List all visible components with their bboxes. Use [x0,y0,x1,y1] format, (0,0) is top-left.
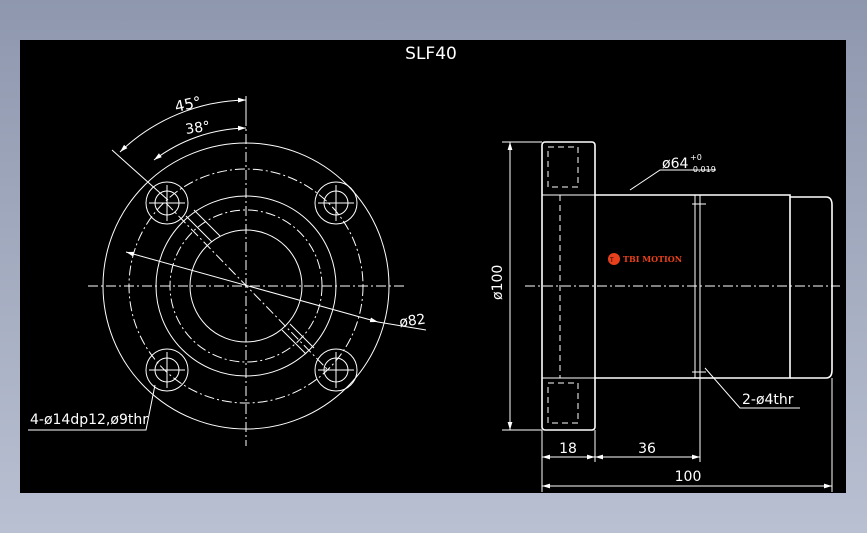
tbi-motion-logo: T TBI MOTION [608,253,682,265]
side-view: T TBI MOTION ø100 ø64 +0 -0.019 2-ø4thr [490,141,840,492]
pilot-hole-label: 2-ø4thr [742,392,794,408]
front-view: 45° 38° ø82 4-ø14dp12,ø9thr [28,93,427,446]
dim-36-label: 36 [638,441,656,457]
svg-text:T: T [609,257,614,264]
dia-100-label: ø100 [490,265,506,300]
bolt-hole [145,181,189,225]
dia-64-label: ø64 [662,156,688,172]
dim-18-label: 18 [559,441,577,457]
angle-45-label: 45° [173,93,203,116]
bolt-hole [145,348,189,392]
holes-note: 4-ø14dp12,ø9thr [30,412,148,428]
drawing-title: SLF40 [405,44,457,64]
oil-hole-mark [185,209,315,355]
tolerance-upper: +0 [690,153,702,162]
tolerance-lower: -0.019 [690,165,716,174]
angle-38-label: 38° [184,119,211,138]
nut-end [790,196,833,379]
bolt-hole [314,181,358,225]
dia-82-dimension [125,251,379,323]
dia-82-label: ø82 [398,311,426,331]
cad-viewport: SLF40 45° 38° ø82 4-ø14dp12,ø9thr T TBI … [0,0,867,533]
technical-drawing: SLF40 45° 38° ø82 4-ø14dp12,ø9thr T TBI … [28,44,840,492]
drawing-canvas: SLF40 45° 38° ø82 4-ø14dp12,ø9thr T TBI … [20,40,846,493]
dim-100-label: 100 [675,469,702,485]
svg-text:TBI MOTION: TBI MOTION [623,254,682,264]
bolt-hole [314,348,358,392]
